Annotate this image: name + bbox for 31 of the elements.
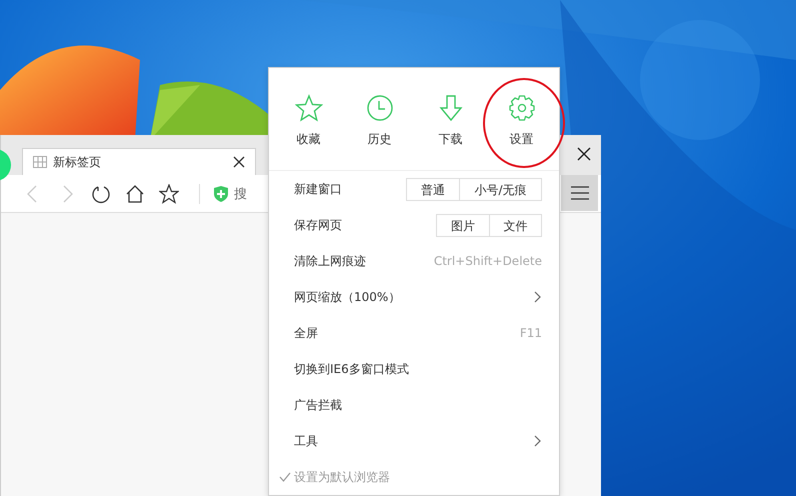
menu-button[interactable] bbox=[561, 175, 598, 211]
menu-item[interactable]: 网页缩放（100%） bbox=[294, 288, 534, 306]
menu-item[interactable]: 清除上网痕迹 bbox=[294, 252, 434, 270]
menu-icon bbox=[570, 185, 590, 201]
menu-shortcut[interactable]: 下载 bbox=[415, 94, 486, 150]
home-icon[interactable] bbox=[125, 184, 145, 204]
close-icon[interactable] bbox=[233, 156, 245, 168]
close-icon[interactable] bbox=[577, 147, 591, 161]
menu-item[interactable]: 保存网页 bbox=[294, 216, 436, 234]
browser-tab[interactable]: 新标签页 bbox=[22, 148, 256, 175]
shortcut-label: Ctrl+Shift+Delete bbox=[434, 254, 542, 268]
grid-icon bbox=[33, 156, 47, 168]
chevron-right-icon bbox=[534, 435, 542, 447]
search-label: 搜 bbox=[234, 186, 247, 202]
menu-shortcut[interactable]: 收藏 bbox=[273, 94, 344, 150]
star-icon bbox=[294, 94, 322, 122]
menu-item[interactable]: 切换到IE6多窗口模式 bbox=[294, 360, 542, 378]
star-icon[interactable] bbox=[159, 184, 179, 204]
refresh-icon[interactable] bbox=[91, 184, 111, 204]
tab-title: 新标签页 bbox=[53, 154, 102, 170]
menu-item[interactable]: 全屏 bbox=[294, 324, 520, 342]
clock-icon bbox=[366, 94, 394, 122]
settings-icon bbox=[508, 94, 536, 122]
menu-shortcut[interactable]: 历史 bbox=[344, 94, 415, 150]
menu-item[interactable]: 新建窗口 bbox=[294, 180, 406, 198]
menu-item[interactable]: 工具 bbox=[294, 432, 534, 450]
chevron-right-icon bbox=[534, 291, 542, 303]
shield-icon bbox=[214, 186, 228, 202]
shortcut-label: F11 bbox=[520, 326, 542, 340]
menu-shortcut[interactable]: 设置 bbox=[486, 94, 557, 150]
menu-item[interactable]: 广告拦截 bbox=[294, 396, 542, 414]
